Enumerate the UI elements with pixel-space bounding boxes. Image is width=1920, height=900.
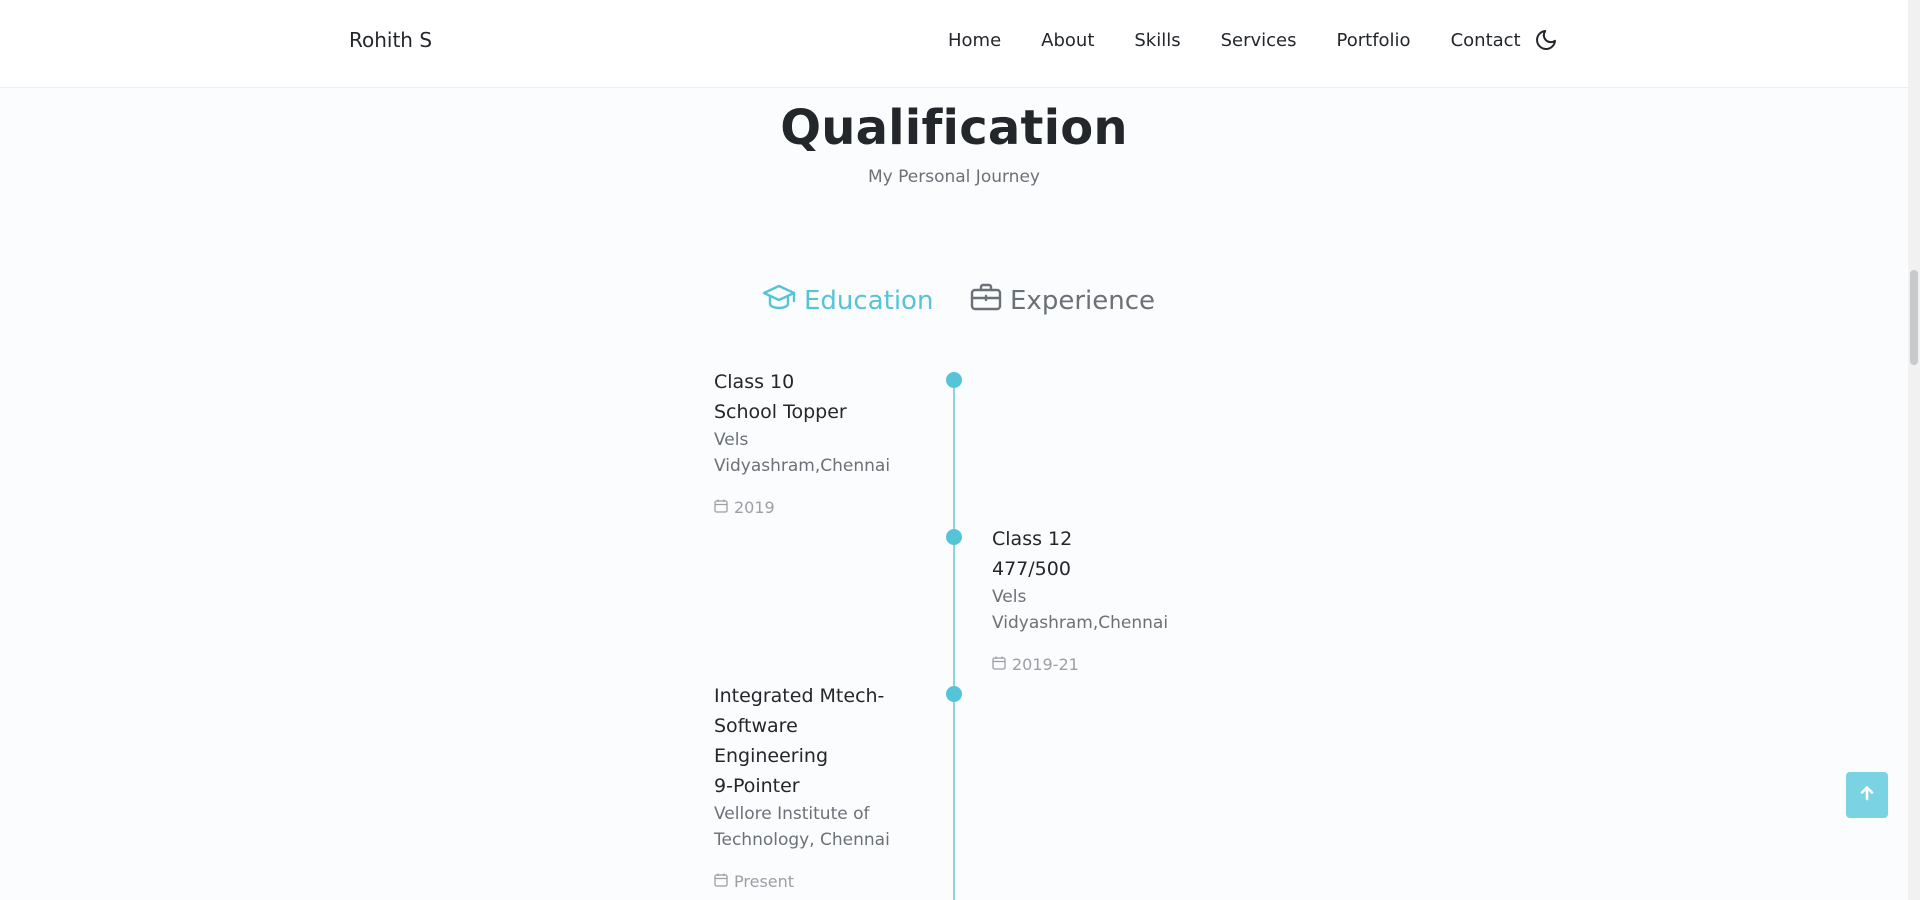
main-nav: Home About Skills Services Portfolio Con… <box>948 30 1543 51</box>
entry-date: 2019 <box>714 498 914 517</box>
entry-institution-line: Vidyashram,Chennai <box>992 613 1169 633</box>
nav-item-contact[interactable]: Contact <box>1451 30 1521 51</box>
timeline-entry: Class 12 477/500 Vels Vidyashram,Chennai… <box>992 524 1192 674</box>
timeline-dot <box>946 529 962 545</box>
graduation-cap-icon <box>762 282 804 319</box>
calendar-icon <box>714 498 734 517</box>
calendar-icon <box>714 872 734 891</box>
timeline-entry: Integrated Mtech- Software Engineering 9… <box>714 681 914 891</box>
entry-title-line: School Topper <box>714 401 847 423</box>
header: Rohith S Home About Skills Services Port… <box>0 0 1908 88</box>
calendar-icon <box>992 655 1012 674</box>
tab-education-label: Education <box>804 285 934 316</box>
entry-title-line: Engineering <box>714 745 828 767</box>
arrow-up-icon <box>1859 785 1875 805</box>
entry-title: Class 12 477/500 <box>992 524 1192 584</box>
scroll-to-top-button[interactable] <box>1846 772 1888 818</box>
brand-logo[interactable]: Rohith S <box>349 28 432 52</box>
briefcase-icon <box>970 282 1010 319</box>
section-subtitle: My Personal Journey <box>868 167 1040 187</box>
nav-item-portfolio[interactable]: Portfolio <box>1337 30 1411 51</box>
timeline-line <box>953 380 955 900</box>
timeline-dot <box>946 686 962 702</box>
scrollbar-thumb[interactable] <box>1910 270 1918 365</box>
nav-item-about[interactable]: About <box>1041 30 1094 51</box>
nav-item-services[interactable]: Services <box>1221 30 1297 51</box>
nav-item-skills[interactable]: Skills <box>1134 30 1180 51</box>
tab-experience[interactable]: Experience <box>970 282 1155 319</box>
entry-institution-line: Vels <box>714 430 749 450</box>
page-scrollbar[interactable] <box>1908 0 1920 900</box>
entry-date-text: 2019-21 <box>1012 655 1079 674</box>
timeline-entry: Class 10 School Topper Vels Vidyashram,C… <box>714 367 914 517</box>
entry-title: Integrated Mtech- Software Engineering 9… <box>714 681 914 801</box>
entry-institution: Vels Vidyashram,Chennai <box>714 427 914 479</box>
moon-icon[interactable] <box>1534 28 1558 52</box>
entry-date-text: Present <box>734 872 795 891</box>
entry-date: Present <box>714 872 914 891</box>
entry-title-line: 477/500 <box>992 558 1071 580</box>
entry-title-line: Integrated Mtech- <box>714 685 885 707</box>
entry-institution: Vels Vidyashram,Chennai <box>992 584 1192 636</box>
nav-item-home[interactable]: Home <box>948 30 1001 51</box>
entry-institution-line: Technology, Chennai <box>714 830 890 850</box>
tab-experience-label: Experience <box>1010 285 1155 316</box>
section-title: Qualification <box>780 100 1128 156</box>
entry-title-line: 9-Pointer <box>714 775 800 797</box>
entry-institution-line: Vels <box>992 587 1027 607</box>
entry-title-line: Software <box>714 715 798 737</box>
entry-date: 2019-21 <box>992 655 1192 674</box>
entry-title-line: Class 10 <box>714 371 795 393</box>
tab-education[interactable]: Education <box>762 282 933 319</box>
entry-title: Class 10 School Topper <box>714 367 914 427</box>
timeline-dot <box>946 372 962 388</box>
entry-institution-line: Vidyashram,Chennai <box>714 456 891 476</box>
entry-title-line: Class 12 <box>992 528 1073 550</box>
entry-institution-line: Vellore Institute of <box>714 804 870 824</box>
entry-institution: Vellore Institute of Technology, Chennai <box>714 801 914 853</box>
entry-date-text: 2019 <box>734 498 775 517</box>
